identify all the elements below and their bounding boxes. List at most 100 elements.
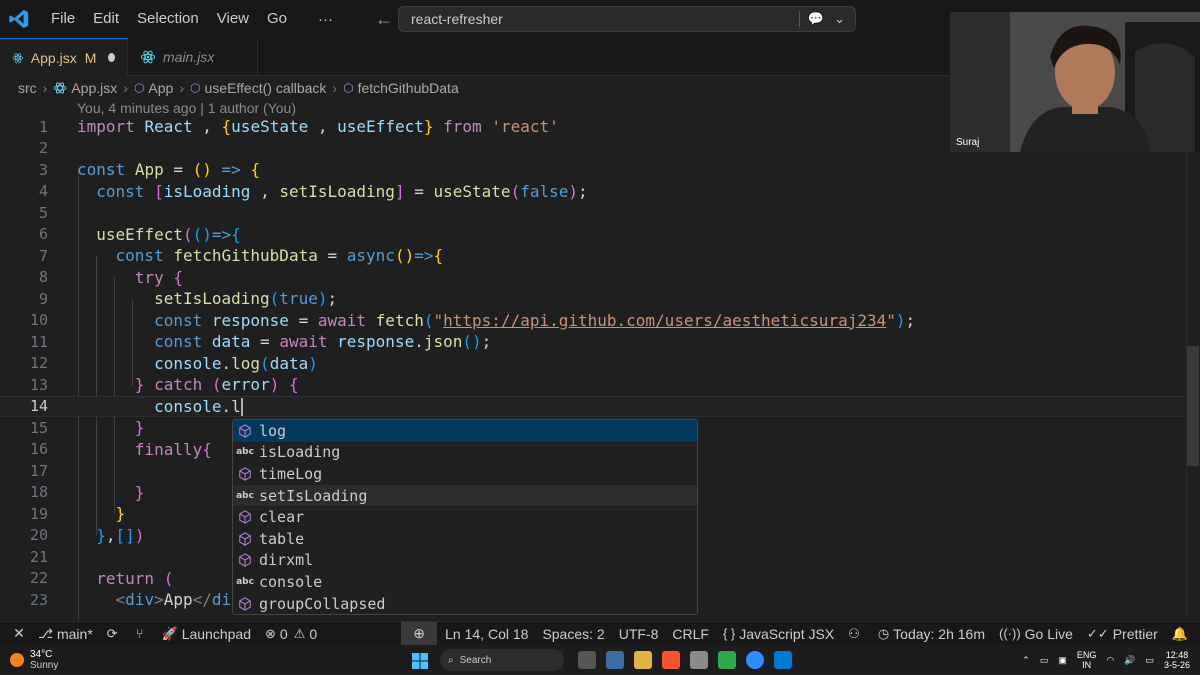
clock[interactable]: 12:48 3-5-26 (1164, 650, 1190, 670)
editor-scrollbar[interactable] (1186, 116, 1200, 619)
breadcrumb-src[interactable]: src (18, 80, 37, 96)
broadcast-icon: ((·)) (999, 626, 1021, 641)
suggestion-label: groupCollapsed (259, 594, 386, 613)
git-graph-icon: ⑂ (135, 626, 144, 641)
branch-status[interactable]: ⎇ main* (38, 626, 93, 642)
system-tray: ⌃ ▭ ▣ ENG IN ◠ 🔊 ▭ 12:48 3-5-26 (1012, 645, 1190, 675)
menu-more-button[interactable]: ··· (306, 11, 345, 28)
abc-word-icon: abc (236, 447, 254, 458)
app-icon[interactable] (718, 651, 736, 669)
weather-widget[interactable]: 34°C Sunny (10, 649, 58, 671)
chevron-right-icon: › (179, 80, 185, 96)
vscode-logo-icon[interactable] (8, 8, 30, 30)
notepad-icon[interactable] (690, 651, 708, 669)
chevron-right-icon: › (42, 80, 48, 96)
suggestion-item[interactable]: abc isLoading (233, 442, 697, 464)
clock-icon: ◷ (877, 625, 890, 641)
rocket-icon: 🚀 (161, 625, 178, 641)
volume-icon[interactable]: 🔊 (1124, 655, 1135, 665)
git-graph-button[interactable]: ⑂ (136, 626, 148, 641)
menu-selection[interactable]: Selection (128, 0, 208, 38)
taskbar-search[interactable]: ⌕ Search (440, 649, 564, 671)
symbol-method-icon: ⬡ (190, 81, 201, 95)
breadcrumb-app[interactable]: App (148, 80, 173, 96)
double-check-icon: ✓✓ (1086, 625, 1109, 641)
search-icon: ⌕ (448, 654, 454, 666)
wakatime-status[interactable]: ◷ Today: 2h 16m (878, 626, 985, 642)
language-mode[interactable]: { } JavaScript JSX (723, 626, 834, 642)
suggestion-item[interactable]: clear (233, 506, 697, 528)
weather-condition: Sunny (30, 660, 59, 671)
menu-edit[interactable]: Edit (84, 0, 128, 38)
code-line: 6 useEffect(()=>{ (38, 224, 241, 244)
code-line: 10 const response = await fetch("https:/… (29, 310, 916, 330)
encoding[interactable]: UTF-8 (619, 626, 659, 642)
breadcrumb-file[interactable]: App.jsx (71, 80, 117, 96)
brave-browser-icon[interactable] (662, 651, 680, 669)
scrollbar-thumb[interactable] (1187, 346, 1199, 466)
problems-status[interactable]: ⊗ 0 ⚠ 0 (265, 626, 317, 642)
code-line: 11 const data = await response.json(); (29, 332, 492, 352)
breadcrumb-useeffect[interactable]: useEffect() callback (205, 80, 327, 96)
react-icon (12, 52, 24, 63)
suggestion-item[interactable]: log (233, 420, 697, 442)
go-live-button[interactable]: ((·)) Go Live (999, 626, 1073, 642)
remote-indicator-icon[interactable]: ✕ (0, 622, 38, 646)
code-line: 3 const App = () => { (38, 160, 261, 180)
suggestion-item[interactable]: abc setIsLoading (233, 484, 697, 507)
sync-button[interactable]: ⟳ (107, 626, 122, 642)
prettier-button[interactable]: ✓✓ Prettier (1087, 626, 1158, 642)
clock-date: 3-5-26 (1163, 660, 1190, 670)
battery-icon[interactable]: ▭ (1145, 655, 1154, 665)
indentation[interactable]: Spaces: 2 (542, 626, 604, 642)
region-code: IN (1082, 660, 1092, 670)
error-icon: ⊗ (264, 625, 276, 641)
back-arrow-icon[interactable]: ← (375, 9, 393, 30)
cursor-position[interactable]: Ln 14, Col 18 (445, 626, 528, 642)
tray-app-icon[interactable]: ▣ (1058, 655, 1067, 665)
method-icon (237, 552, 253, 568)
tab-main-jsx[interactable]: main.jsx (128, 38, 258, 76)
suggestion-item[interactable]: timeLog (233, 463, 697, 485)
unsaved-dot-icon[interactable] (108, 53, 115, 62)
file-explorer-icon[interactable] (634, 651, 652, 669)
menu-go[interactable]: Go (258, 0, 296, 38)
autocomplete-suggestions: log abc isLoading timeLog abc setIsLoadi… (232, 419, 698, 615)
method-icon (237, 423, 253, 439)
today-time-label: Today: 2h 16m (893, 625, 986, 642)
tray-app-icon[interactable]: ▭ (1040, 655, 1049, 665)
chevron-down-icon[interactable]: ⌄ (834, 11, 845, 27)
warning-icon: ⚠ (293, 625, 306, 641)
chevron-up-icon[interactable]: ⌃ (1022, 655, 1030, 665)
taskbar-search-label: Search (459, 654, 492, 666)
menu-file[interactable]: File (42, 0, 84, 38)
task-view-icon[interactable] (578, 651, 596, 669)
vscode-taskbar-icon[interactable] (774, 651, 792, 669)
launchpad-button[interactable]: 🚀 Launchpad (162, 626, 251, 642)
command-center-search[interactable]: react-refresher 💬 ⌄ (398, 6, 856, 32)
line-endings[interactable]: CRLF (672, 626, 709, 642)
language-indicator[interactable]: ENG IN (1077, 650, 1097, 670)
wifi-icon[interactable]: ◠ (1106, 655, 1114, 665)
codelens-blame[interactable]: You, 4 minutes ago | 1 author (You) (77, 100, 296, 116)
copilot-chat-icon[interactable]: 💬 (808, 11, 824, 27)
suggestion-item[interactable]: dirxml (233, 550, 697, 572)
breadcrumb-fetch[interactable]: fetchGithubData (358, 80, 459, 96)
abc-word-icon: abc (236, 490, 254, 501)
command-center-divider (798, 11, 800, 27)
code-line-current: 14 console.l (0, 395, 1200, 417)
windows-start-icon[interactable] (412, 653, 428, 669)
notifications-button[interactable]: 🔔 (1172, 626, 1192, 642)
suggestion-item[interactable]: table (233, 528, 697, 550)
code-line: 5 (38, 203, 48, 222)
zoom-app-icon[interactable] (746, 651, 764, 669)
react-icon (54, 82, 67, 94)
menu-view[interactable]: View (208, 0, 258, 38)
copilot-button[interactable]: ⚇ (848, 626, 864, 642)
zoom-icon[interactable]: ⊕ (401, 621, 438, 646)
suggestion-item[interactable]: abc console (233, 571, 697, 593)
tab-app-jsx[interactable]: App.jsx M (0, 38, 128, 76)
method-icon (237, 531, 253, 547)
widgets-icon[interactable] (606, 651, 624, 669)
suggestion-item[interactable]: groupCollapsed (233, 593, 697, 614)
